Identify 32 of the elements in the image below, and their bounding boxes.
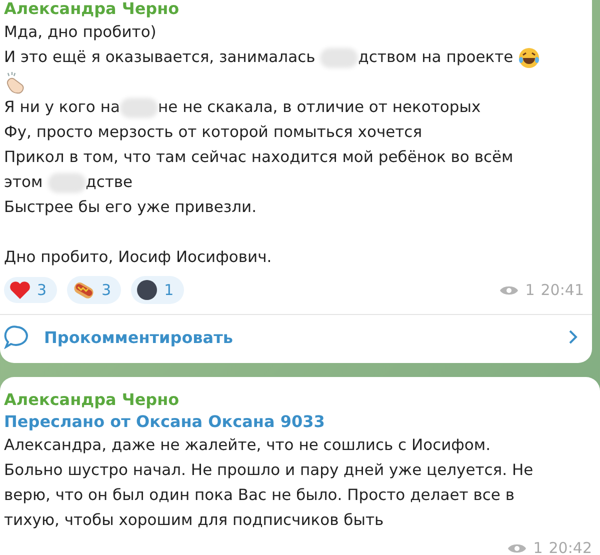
message-line: Больно шустро начал. Не прошло и пару дней уже целуется. Не <box>4 460 534 481</box>
message-line: Быстрее бы его уже привезли. <box>4 197 258 218</box>
reaction-chip[interactable]: 3 <box>66 276 122 304</box>
blurred-word <box>120 98 158 118</box>
message-line: Прикол в том, что там сейчас находится мой ребёнок во всём <box>4 147 514 168</box>
message-line: верю, что он был один пока Вас не было. Просто делает все в <box>4 485 516 506</box>
message-line: Мда, дно пробито) <box>4 22 158 43</box>
message-time: 20:42 <box>548 539 592 555</box>
moon-face-icon <box>136 279 158 301</box>
laughing-emoji-icon <box>518 46 540 68</box>
blurred-word <box>320 48 358 68</box>
message-time: 20:41 <box>540 281 584 299</box>
message-line: Александра, даже не жалейте, что не сошлись с Иосифом. <box>4 435 492 456</box>
view-count: 1 <box>533 539 543 555</box>
reaction-chip[interactable]: 1 <box>131 276 184 304</box>
comment-icon <box>4 325 30 349</box>
message-line: Я ни у кого на не не скакала, в отличие от некоторых <box>4 96 482 120</box>
author-name: Александра Черно <box>4 0 180 20</box>
view-count: 1 <box>525 281 535 299</box>
author-name: Александра Черно <box>4 389 180 411</box>
forwarded-from[interactable]: Переслано от Оксана Оксана 9033 <box>4 411 592 433</box>
eye-icon <box>499 284 520 296</box>
reaction-chip[interactable]: 3 <box>4 277 57 303</box>
chevron-right-icon <box>568 329 578 345</box>
message-line: И это ещё я оказывается, занималась дством на проекте <box>4 45 584 70</box>
comment-button[interactable]: Прокомментировать <box>0 314 592 363</box>
message-line: тихую, чтобы хорошим для подписчиков быть <box>4 510 385 531</box>
message-line: Дно пробито, Иосиф Иосифович. <box>4 247 273 268</box>
message-line: этом дстве <box>4 172 134 194</box>
heart-icon <box>9 280 31 300</box>
blurred-word <box>48 172 86 192</box>
message-line: Фу, просто мерзость от которой помыться хочется <box>4 122 424 143</box>
